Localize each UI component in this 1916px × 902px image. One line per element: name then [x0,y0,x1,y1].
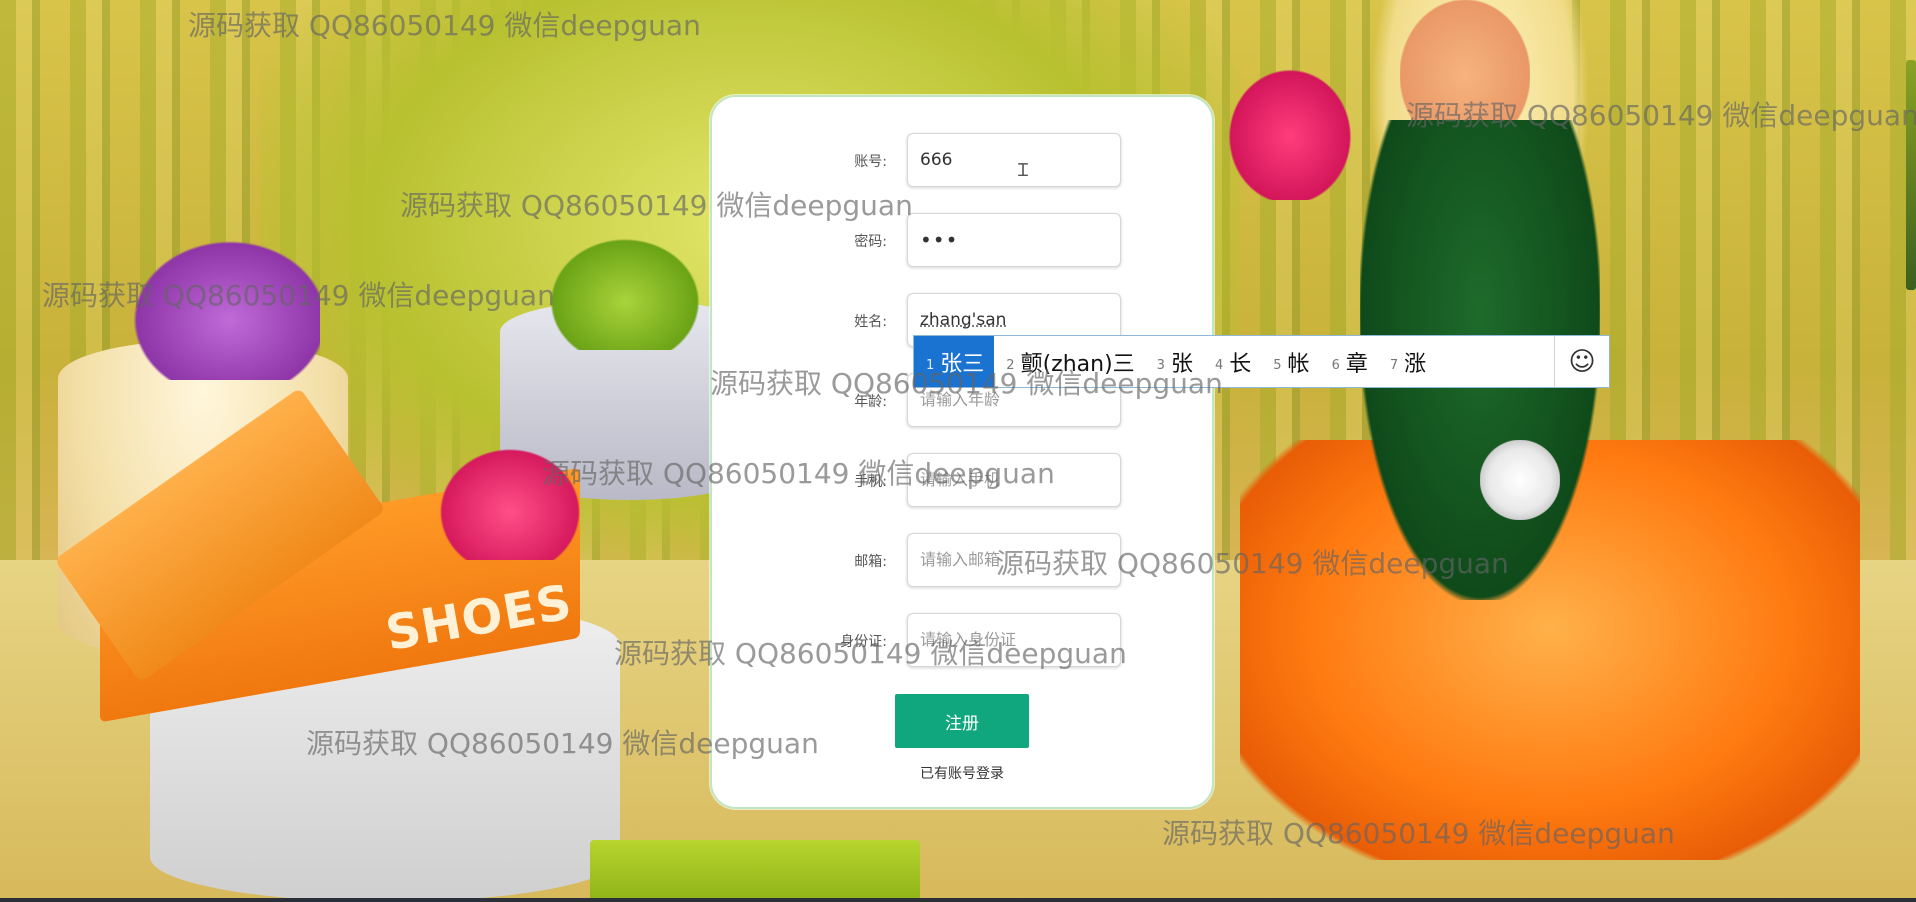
ime-candidate-number: 2 [1006,358,1015,373]
password-input[interactable] [907,213,1121,267]
ime-candidate-text: 涨 [1404,351,1427,377]
ime-candidate[interactable]: 6 章 [1320,336,1378,387]
green-box-decoration [590,840,920,902]
pink-shoe-decoration [430,440,590,560]
ime-candidate-text: 长 [1229,351,1252,377]
emoji-icon[interactable]: ☺ [1554,336,1609,387]
ime-candidate-number: 6 [1331,358,1340,373]
ime-candidate-number: 5 [1273,358,1282,373]
bottom-border [0,898,1916,902]
field-row-email: 邮箱: [712,533,1212,589]
ime-candidate-number: 3 [1156,358,1165,373]
phone-label: 手机: [854,474,887,490]
ime-candidate-text: 章 [1345,351,1368,377]
register-button[interactable]: 注册 [895,694,1029,748]
field-row-password: 密码: [712,213,1212,269]
account-label: 账号: [854,154,887,170]
ime-candidate-bar: 1 张三 2 颤(zhan)三 3 张 4 长 5 帐 6 章 7 涨 ☺ [913,335,1610,388]
age-label: 年龄: [854,394,887,410]
register-form: 账号: 密码: 姓名: 年龄: 手机: 邮箱: 身份证: 注册 已有账号登录 [710,95,1214,809]
ime-candidate-text: 张三 [940,351,985,377]
field-row-account: 账号: [712,133,1212,189]
text-cursor-icon: Ɪ [1018,160,1029,181]
ime-candidate[interactable]: 4 长 [1203,336,1261,387]
ime-candidate[interactable]: 1 张三 [914,336,995,387]
password-label: 密码: [854,234,887,250]
flower-decoration [1480,440,1560,520]
id-card-input[interactable] [907,613,1121,667]
field-row-id-card: 身份证: [712,613,1212,669]
scrollbar[interactable] [1906,60,1916,290]
ime-candidate-number: 1 [926,358,935,373]
field-row-phone: 手机: [712,453,1212,509]
name-label: 姓名: [854,314,887,330]
ime-candidate[interactable]: 5 帐 [1261,336,1319,387]
ime-candidate[interactable]: 3 张 [1145,336,1203,387]
purple-shoe-decoration [120,230,320,380]
account-input[interactable] [907,133,1121,187]
login-link[interactable]: 已有账号登录 [712,763,1212,783]
ime-candidate-number: 4 [1214,358,1224,373]
phone-input[interactable] [907,453,1121,507]
id-card-label: 身份证: [840,634,887,650]
ime-candidate-text: 颤(zhan)三 [1020,351,1135,377]
email-input[interactable] [907,533,1121,587]
ime-candidate[interactable]: 2 颤(zhan)三 [994,336,1144,387]
pink-shoe-decoration [1220,60,1360,200]
ime-candidate-text: 张 [1170,351,1193,377]
ime-candidate-number: 7 [1389,358,1399,373]
green-shoe-decoration [540,230,710,350]
email-label: 邮箱: [854,554,887,570]
ime-candidate[interactable]: 7 涨 [1378,336,1436,387]
ime-candidate-text: 帐 [1287,351,1310,377]
app-window: SHOES 账号: 密码: 姓名: 年龄: 手机: 邮箱: [0,0,1916,902]
